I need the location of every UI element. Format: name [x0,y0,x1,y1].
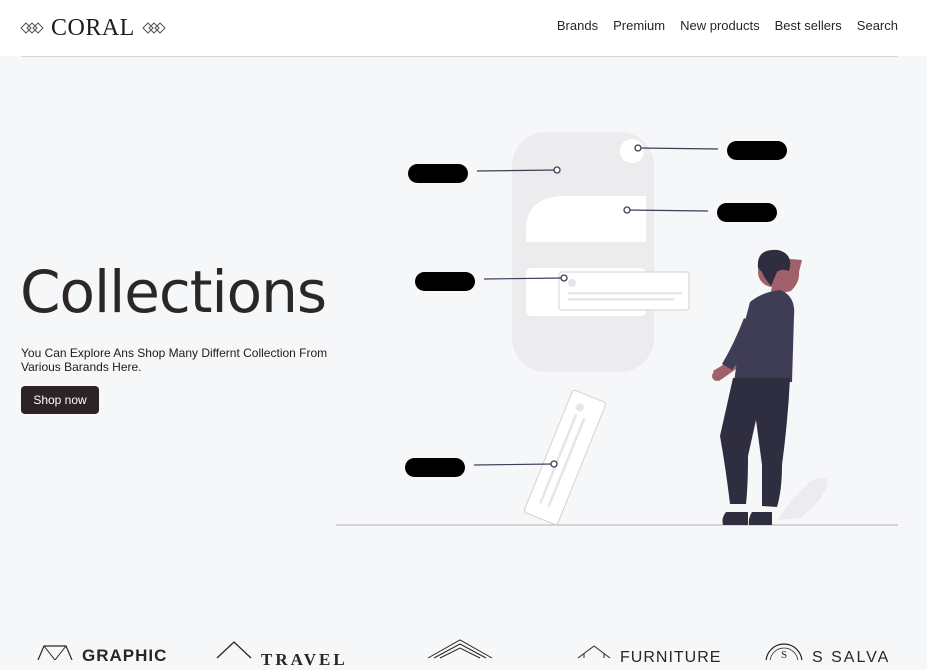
nav-brands[interactable]: Brands [557,18,598,33]
site-header: CORAL Brands Premium New products Best s… [0,0,927,57]
diamond-icon [37,645,73,660]
s-circle-icon: S [765,643,803,660]
brand-logo-s-salva[interactable]: S S SALVA [764,636,890,668]
brand-logo-graphic[interactable]: GRAPHIC [36,636,167,666]
brand-logos-strip: GRAPHIC TRAVEL FURNITURE S S SALVA [0,636,927,669]
svg-text:S: S [781,649,787,660]
brand-name-furniture: FURNITURE [620,649,722,666]
logo-ornament-left-icon [20,22,44,34]
nav-premium[interactable]: Premium [613,18,665,33]
house-outline-icon [577,645,611,659]
main-nav: Brands Premium New products Best sellers… [557,18,898,33]
hero-title: Collections [20,258,327,326]
hero-illustration [336,132,898,526]
house-icon [216,641,252,659]
nav-new-products[interactable]: New products [680,18,759,33]
hero-description: You Can Explore Ans Shop Many Differnt C… [21,346,328,374]
nav-best-sellers[interactable]: Best sellers [775,18,842,33]
logo-ornament-right-icon [142,22,166,34]
nav-search[interactable]: Search [857,18,898,33]
logo-text: CORAL [51,15,135,41]
brand-name-travel: TRAVEL [261,650,348,669]
header-divider [21,56,898,57]
brand-logo-layers[interactable] [426,636,502,660]
brand-name-graphic: GRAPHIC [82,646,168,665]
brand-logo-furniture[interactable]: FURNITURE [576,636,721,668]
shop-now-button[interactable]: Shop now [21,386,99,414]
brand-logo-travel[interactable]: TRAVEL [215,636,348,670]
logo[interactable]: CORAL [20,14,166,42]
layers-icon [427,639,493,659]
brand-name-s-salva: S SALVA [812,649,891,666]
